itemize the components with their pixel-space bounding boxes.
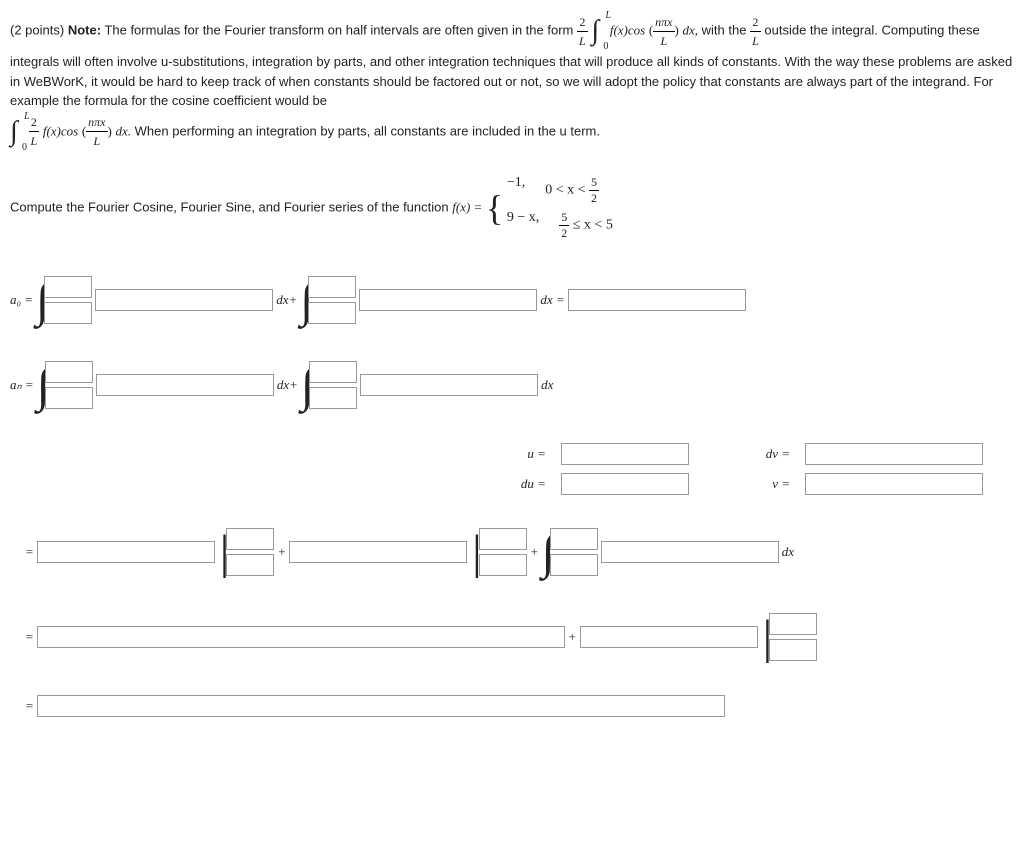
fraction-npix-L: nπxL (653, 13, 674, 50)
a0-label: a₀ = (10, 292, 33, 308)
a0-int2-upper[interactable] (308, 276, 356, 298)
an-int2-lower[interactable] (309, 387, 357, 409)
v-input[interactable] (805, 473, 983, 495)
a0-row: a₀ = ∫ dx+ ∫ dx = (10, 273, 1014, 328)
dv-label: dv = (735, 446, 790, 462)
eval1-int-upper[interactable] (550, 528, 598, 550)
a0-integrand2[interactable] (359, 289, 537, 311)
eval2-bar-lower[interactable] (769, 639, 817, 661)
an-int1-lower[interactable] (45, 387, 93, 409)
eval2-bar-upper[interactable] (769, 613, 817, 635)
an-row: aₙ = ∫ dx+ ∫ dx (10, 358, 1014, 413)
an-integrand2[interactable] (360, 374, 538, 396)
du-input[interactable] (561, 473, 689, 495)
eval1-bar1-upper[interactable] (226, 528, 274, 550)
a0-int1-upper[interactable] (44, 276, 92, 298)
eval1-term2[interactable] (289, 541, 467, 563)
dv-input[interactable] (805, 443, 983, 465)
uv-grid: u = dv = du = v = (490, 443, 1014, 495)
an-label: aₙ = (10, 377, 34, 393)
eval2-term2[interactable] (580, 626, 758, 648)
eval-row-2: = + | (10, 610, 1014, 665)
an-int1-upper[interactable] (45, 361, 93, 383)
fraction-2-L-b: 2L (750, 13, 761, 50)
eval-row-1: = | + | + ∫ dx (10, 525, 1014, 580)
eval3-result[interactable] (37, 695, 725, 717)
integral-icon: ∫L0 (591, 10, 599, 52)
u-input[interactable] (561, 443, 689, 465)
u-label: u = (490, 446, 546, 462)
eval1-int-lower[interactable] (550, 554, 598, 576)
a0-int2-lower[interactable] (308, 302, 356, 324)
an-integrand1[interactable] (96, 374, 274, 396)
eval1-bar1-lower[interactable] (226, 554, 274, 576)
eval2-term1[interactable] (37, 626, 565, 648)
fraction-2-L: 2L (577, 13, 588, 50)
du-label: du = (490, 476, 546, 492)
eval1-integrand[interactable] (601, 541, 779, 563)
points: (2 points) (10, 22, 64, 37)
eval1-bar2-upper[interactable] (479, 528, 527, 550)
a0-result[interactable] (568, 289, 746, 311)
an-int2-upper[interactable] (309, 361, 357, 383)
a0-integrand1[interactable] (95, 289, 273, 311)
left-brace-icon: { (486, 188, 503, 228)
eval-row-3: = (10, 695, 1014, 717)
eval1-bar2-lower[interactable] (479, 554, 527, 576)
compute-prompt: Compute the Fourier Cosine, Fourier Sine… (10, 173, 1014, 243)
note-bold: Note: (68, 22, 101, 37)
problem-note: (2 points) Note: The formulas for the Fo… (10, 10, 1014, 153)
integral-icon-2: ∫L0 (10, 111, 18, 153)
eval1-term1[interactable] (37, 541, 215, 563)
a0-int1-lower[interactable] (44, 302, 92, 324)
v-label: v = (735, 476, 790, 492)
